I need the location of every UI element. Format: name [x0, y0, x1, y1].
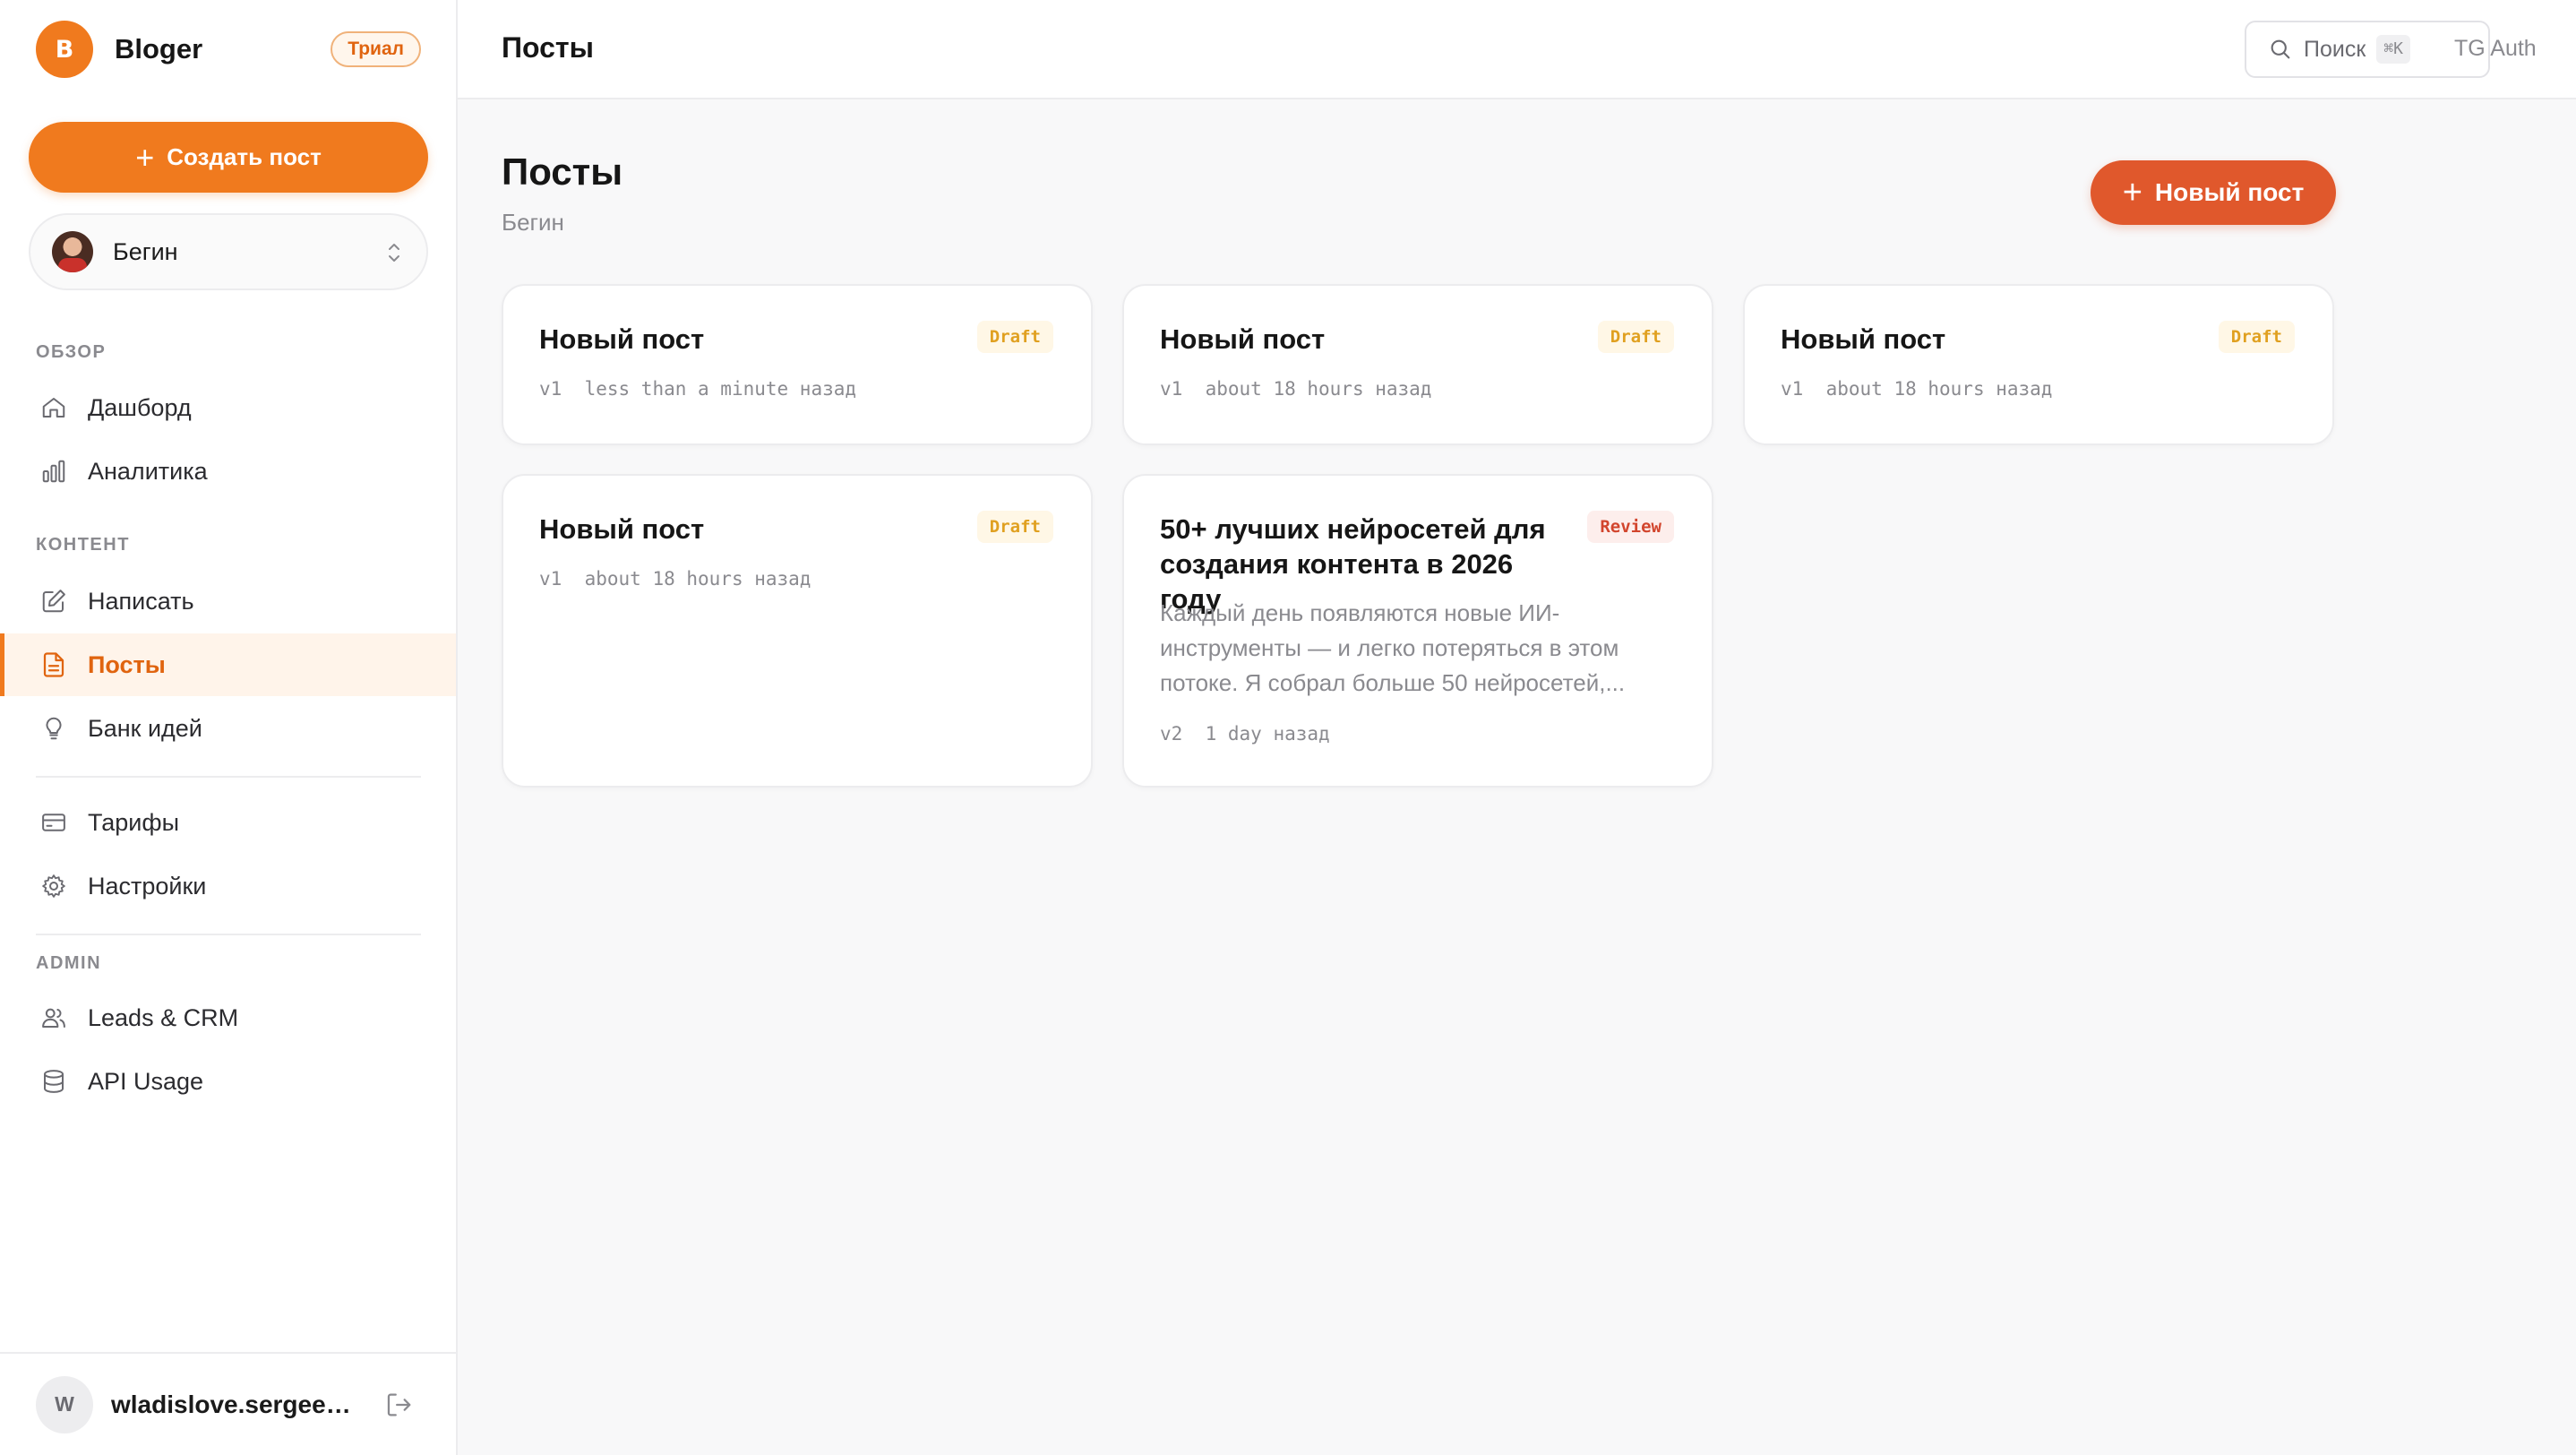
lightbulb-icon [39, 714, 68, 743]
bar-chart-icon [39, 457, 68, 486]
app-window: B Bloger Триал + Создать пост Бегин ОБЗО… [0, 0, 2576, 1455]
status-badge: Draft [1597, 321, 1674, 353]
post-time: about 18 hours назад [1825, 378, 2053, 400]
section-title-content: КОНТЕНТ [36, 535, 130, 555]
blog-selector-name: Бегин [113, 237, 178, 265]
blog-selector[interactable]: Бегин [29, 213, 428, 290]
post-meta: v2 1 day назад [1160, 723, 1330, 745]
new-post-label: Новый пост [2154, 178, 2305, 206]
create-post-button[interactable]: + Создать пост [29, 122, 428, 193]
brand-logo: B [36, 21, 93, 78]
post-title: Новый пост [1781, 323, 1946, 355]
tg-auth-link[interactable]: TG Auth [2454, 36, 2537, 62]
sidebar-item-api-usage[interactable]: API Usage [0, 1050, 456, 1113]
post-meta: v1 about 18 hours назад [539, 568, 811, 590]
post-meta: v1 about 18 hours назад [1160, 378, 1431, 400]
sidebar-divider [36, 776, 421, 778]
section-title-admin: ADMIN [36, 953, 102, 973]
page-subtitle: Бегин [502, 209, 564, 236]
database-icon [39, 1067, 68, 1096]
sidebar-item-label: API Usage [88, 1067, 204, 1095]
post-time: about 18 hours назад [1205, 378, 1432, 400]
document-icon [39, 650, 68, 679]
user-footer: W wladislove.sergeen... [0, 1352, 456, 1455]
sidebar-item-label: Банк идей [88, 714, 202, 742]
search-label: Поиск [2304, 36, 2366, 62]
breadcrumb: Посты [502, 31, 594, 64]
post-version: v1 [539, 568, 562, 590]
post-time: less than a minute назад [584, 378, 857, 400]
create-post-label: Создать пост [167, 143, 322, 170]
blog-avatar [52, 231, 93, 272]
brand-name: Bloger [115, 33, 203, 65]
post-time: about 18 hours назад [584, 568, 811, 590]
status-badge: Draft [976, 321, 1053, 353]
search-shortcut: ⌘K [2376, 35, 2410, 64]
sidebar-item-settings[interactable]: Настройки [0, 855, 456, 917]
sidebar-item-write[interactable]: Написать [0, 570, 456, 633]
sidebar-item-leads-crm[interactable]: Leads & CRM [0, 986, 456, 1049]
credit-card-icon [39, 808, 68, 837]
chevron-up-down-icon [389, 244, 399, 262]
post-excerpt: Каждый день появляются новые ИИ-инструме… [1160, 599, 1626, 696]
sidebar: B Bloger Триал + Создать пост Бегин ОБЗО… [0, 0, 458, 1455]
sidebar-item-label: Leads & CRM [88, 1003, 239, 1031]
sidebar-item-ideas[interactable]: Банк идей [0, 697, 456, 760]
trial-badge[interactable]: Триал [331, 31, 421, 67]
sidebar-item-label: Тарифы [88, 808, 180, 836]
post-card[interactable]: 50+ лучших нейросетей для создания конте… [1122, 474, 1713, 788]
sidebar-item-label: Настройки [88, 872, 207, 900]
post-version: v1 [1160, 378, 1183, 400]
plus-icon: + [135, 138, 155, 176]
search-button[interactable]: Поиск ⌘K [2245, 21, 2490, 78]
post-meta: v1 less than a minute назад [539, 378, 856, 400]
post-card[interactable]: Новый пост Draft v1 about 18 hours назад [1122, 284, 1713, 445]
edit-icon [39, 587, 68, 616]
home-icon [39, 393, 68, 422]
post-version: v2 [1160, 723, 1183, 745]
status-badge: Draft [976, 511, 1053, 543]
post-card[interactable]: Новый пост Draft v1 less than a minute н… [502, 284, 1093, 445]
avatar[interactable]: W [36, 1375, 93, 1433]
sidebar-item-dashboard[interactable]: Дашборд [0, 376, 456, 439]
sidebar-item-label: Написать [88, 587, 194, 615]
sidebar-divider [36, 934, 421, 935]
section-title-overview: ОБЗОР [36, 342, 107, 362]
sidebar-item-label: Посты [88, 650, 166, 678]
post-card[interactable]: Новый пост Draft v1 about 18 hours назад [1743, 284, 2334, 445]
sidebar-item-analytics[interactable]: Аналитика [0, 440, 456, 503]
new-post-button[interactable]: + Новый пост [2091, 160, 2336, 225]
post-meta: v1 about 18 hours назад [1781, 378, 2052, 400]
status-badge: Draft [2218, 321, 2295, 353]
brand[interactable]: B Bloger Триал [36, 21, 421, 78]
sidebar-item-label: Дашборд [88, 393, 192, 421]
users-icon [39, 1003, 68, 1032]
logout-icon[interactable] [384, 1390, 415, 1420]
post-card[interactable]: Новый пост Draft v1 about 18 hours назад [502, 474, 1093, 788]
search-icon [2271, 39, 2290, 59]
gear-icon [39, 872, 68, 900]
status-badge: Review [1587, 511, 1674, 543]
sidebar-item-label: Аналитика [88, 457, 208, 485]
post-title: Новый пост [539, 513, 705, 545]
sidebar-item-pricing[interactable]: Тарифы [0, 791, 456, 854]
page-title: Посты [502, 151, 623, 193]
post-version: v1 [539, 378, 562, 400]
post-title: Новый пост [1160, 323, 1326, 355]
user-name[interactable]: wladislove.sergeen... [111, 1390, 362, 1419]
post-time: 1 day назад [1205, 723, 1330, 745]
sidebar-item-posts[interactable]: Посты [0, 633, 456, 696]
post-version: v1 [1781, 378, 1804, 400]
top-bar: Посты Поиск ⌘K TG Auth [458, 0, 2576, 99]
post-title: Новый пост [539, 323, 705, 355]
plus-icon: + [2122, 174, 2142, 211]
